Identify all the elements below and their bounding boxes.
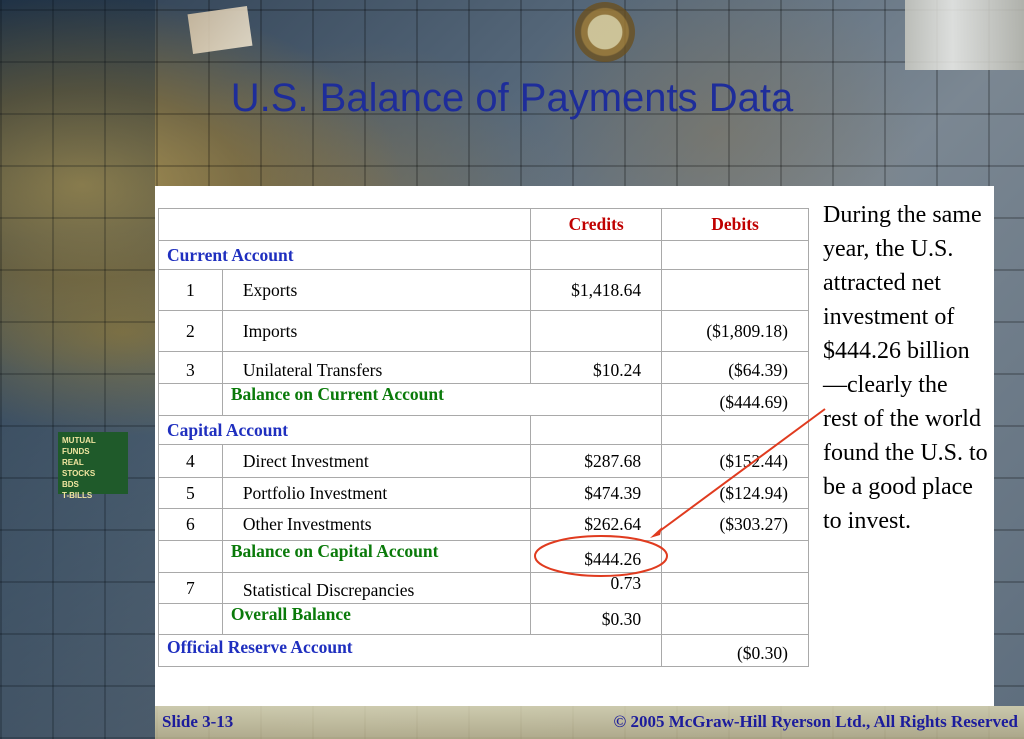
side-note: During the same year, the U.S. attracted… [823, 202, 988, 534]
arrow-head-icon [650, 527, 662, 538]
annotation-arrow [656, 408, 826, 534]
copyright: © 2005 McGraw-Hill Ryerson Ltd., All Rig… [613, 712, 1018, 731]
slide-number: Slide 3-13 [162, 712, 234, 731]
highlight-circle [534, 535, 668, 577]
